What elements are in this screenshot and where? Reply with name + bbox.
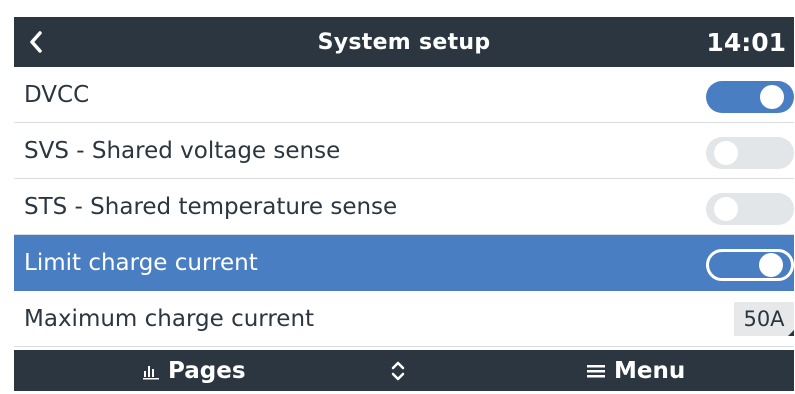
page-title: System setup — [317, 29, 491, 55]
pages-label: Pages — [168, 357, 246, 384]
row-label: Limit charge current — [24, 249, 258, 276]
hamburger-menu-icon — [587, 364, 605, 377]
row-label: SVS - Shared voltage sense — [24, 137, 341, 164]
row-label: STS - Shared temperature sense — [24, 193, 398, 220]
edit-corner-icon — [788, 330, 794, 336]
row-label: DVCC — [24, 81, 90, 108]
bar-chart-icon — [143, 365, 159, 379]
toggle-knob — [714, 197, 738, 221]
row-svs[interactable]: SVS - Shared voltage sense — [14, 123, 794, 179]
up-down-button[interactable] — [390, 350, 406, 391]
footer-bar: Pages Menu — [14, 350, 794, 391]
clock: 14:01 — [706, 27, 786, 57]
maximum-charge-current-value[interactable]: 50A — [734, 302, 794, 336]
menu-button[interactable]: Menu — [586, 350, 685, 391]
value-text: 50A — [743, 307, 785, 331]
row-sts[interactable]: STS - Shared temperature sense — [14, 179, 794, 235]
toggle-knob — [759, 253, 783, 277]
row-limit-charge-current[interactable]: Limit charge current — [14, 235, 794, 291]
header-bar: System setup 14:01 — [14, 17, 794, 67]
pages-button[interactable]: Pages — [142, 350, 246, 391]
sts-toggle[interactable] — [706, 193, 794, 225]
row-maximum-charge-current[interactable]: Maximum charge current 50A — [14, 291, 794, 347]
menu-label: Menu — [614, 357, 686, 384]
svs-toggle[interactable] — [706, 137, 794, 169]
row-dvcc[interactable]: DVCC — [14, 67, 794, 123]
dvcc-toggle[interactable] — [706, 81, 794, 113]
row-label: Maximum charge current — [24, 305, 315, 332]
settings-list: DVCC SVS - Shared voltage sense STS - Sh… — [14, 67, 794, 347]
system-setup-screen: System setup 14:01 DVCC SVS - Shared vol… — [14, 17, 794, 391]
toggle-knob — [760, 85, 784, 109]
toggle-knob — [714, 141, 738, 165]
up-down-chevron-icon — [391, 361, 405, 380]
limit-charge-current-toggle[interactable] — [706, 249, 794, 281]
